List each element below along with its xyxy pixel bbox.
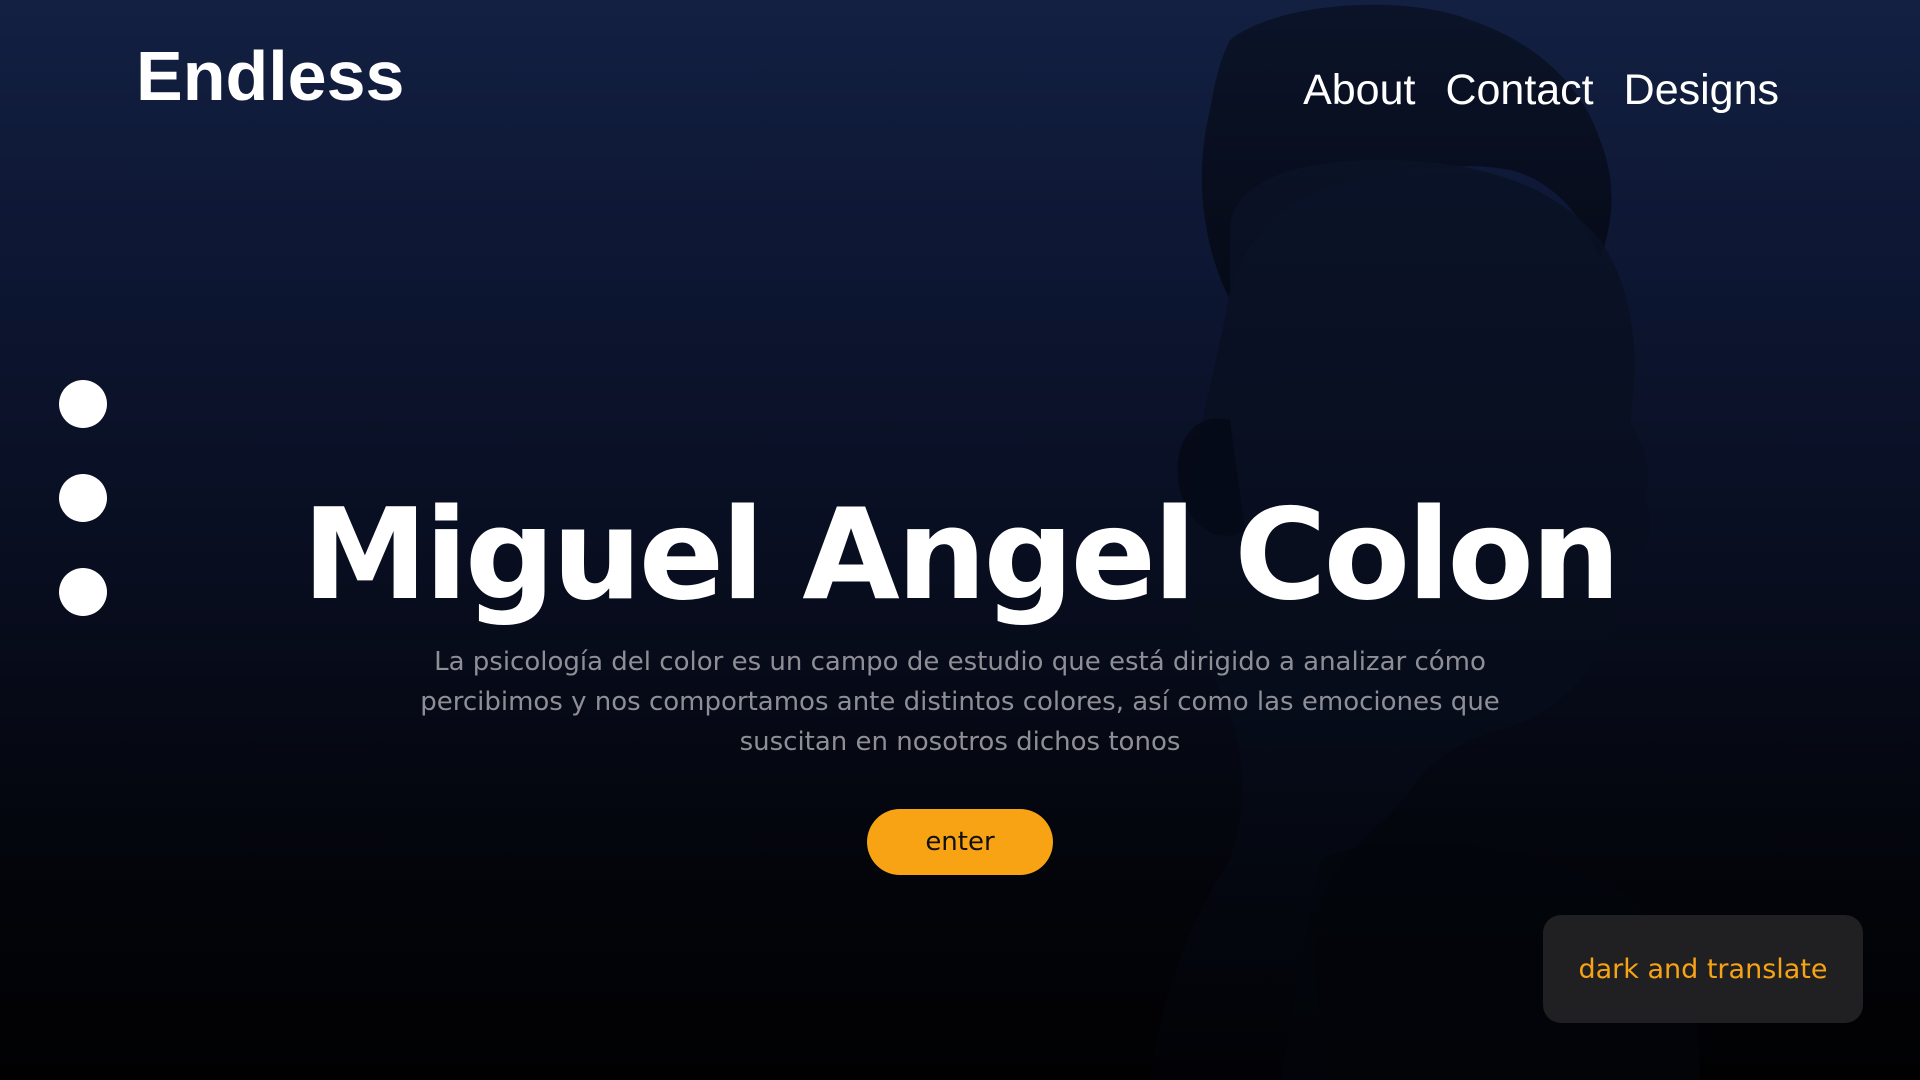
nav-link-contact[interactable]: Contact — [1445, 62, 1593, 118]
theme-toggle-label: dark and translate — [1578, 953, 1828, 985]
nav-link-designs[interactable]: Designs — [1624, 62, 1779, 118]
main-nav: About Contact Designs — [1303, 62, 1779, 118]
theme-toggle-card[interactable]: dark and translate — [1543, 915, 1863, 1023]
slider-dot-1[interactable] — [59, 380, 107, 428]
brand-logo[interactable]: Endless — [136, 36, 404, 116]
hero-title: Miguel Angel Colon — [302, 481, 1620, 628]
enter-button[interactable]: enter — [867, 809, 1053, 875]
hero-description: La psicología del color es un campo de e… — [420, 647, 1500, 757]
nav-link-about[interactable]: About — [1303, 62, 1415, 118]
